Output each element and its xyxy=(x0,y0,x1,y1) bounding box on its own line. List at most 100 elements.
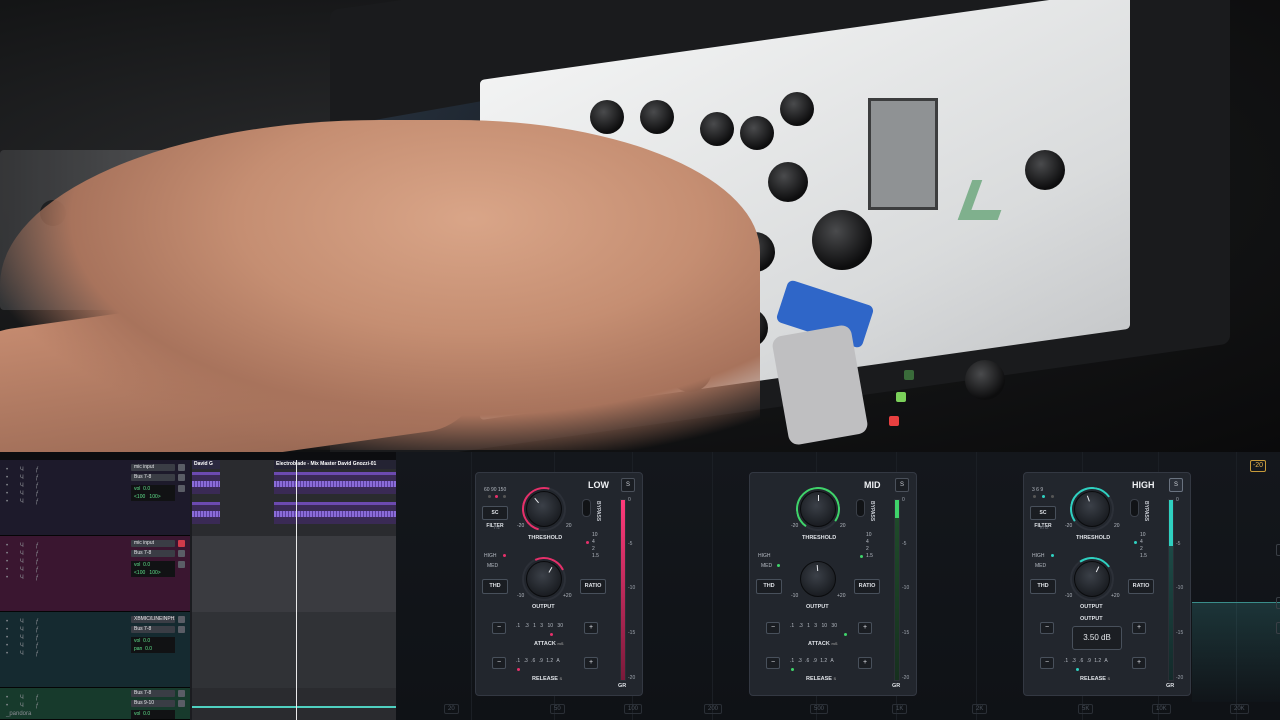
release-minus-button[interactable]: − xyxy=(1040,657,1054,669)
threshold-label: THRESHOLD xyxy=(528,535,563,541)
track-controls[interactable]: • Ч ƒ • Ч ƒ • Ч ƒ • Ч ƒ • Ч ƒ xyxy=(6,618,39,658)
threshold-knob[interactable] xyxy=(1074,491,1110,527)
band-mid: MID S BYPASS -20 20 THRESHOLD HIGH MED 1… xyxy=(749,472,917,696)
release-plus-button[interactable]: + xyxy=(1132,657,1146,669)
input-button[interactable] xyxy=(178,550,185,557)
output-knob[interactable] xyxy=(1074,561,1110,597)
band-high: 3 6 9 SC FILTER kHz HIGH S BYPASS -20 20… xyxy=(1023,472,1191,696)
track-controls[interactable]: • Ч ƒ • Ч ƒ • Ч ƒ • Ч ƒ • Ч ƒ xyxy=(6,542,39,582)
output-selector[interactable]: Bus 7-8 xyxy=(131,474,175,481)
ratio-button[interactable]: RATIO xyxy=(854,579,880,594)
volume-readout[interactable]: vol 0.0 xyxy=(131,710,175,719)
freq-label: 2K xyxy=(972,704,988,714)
thd-button[interactable]: THD xyxy=(756,579,782,594)
hardware-display xyxy=(868,98,938,210)
audio-clip[interactable] xyxy=(274,472,396,494)
freq-label: 20K xyxy=(1230,704,1249,714)
track-controls[interactable]: • Ч ƒ • Ч ƒ • Ч ƒ • Ч ƒ • Ч ƒ xyxy=(6,466,39,506)
freq-label: 1K xyxy=(892,704,908,714)
solo-button[interactable]: S xyxy=(895,478,909,492)
output-knob[interactable] xyxy=(800,561,836,597)
thd-button[interactable]: THD xyxy=(1030,579,1056,594)
freq-label: 10K xyxy=(1152,704,1171,714)
clip-title: David G xyxy=(192,460,220,469)
track-row[interactable]: • Ч ƒ • Ч ƒ • Ч ƒ • Ч ƒ • Ч ƒ XBMIC/LINE… xyxy=(0,612,190,688)
input-selector[interactable]: Bus 7-8 xyxy=(131,690,175,697)
input-selector[interactable]: mic input xyxy=(131,464,175,471)
attack-plus-button[interactable]: + xyxy=(1132,622,1146,634)
bypass-toggle[interactable] xyxy=(582,499,591,517)
eq-curve-fill xyxy=(1192,602,1280,702)
input-button[interactable] xyxy=(178,700,185,707)
attack-plus-button[interactable]: + xyxy=(858,622,872,634)
ratio-button[interactable]: RATIO xyxy=(1128,579,1154,594)
volume-readout[interactable]: vol 0.0 <100 100> xyxy=(131,485,175,501)
timeline[interactable]: David G Electroblade - Mix Master David … xyxy=(192,460,396,720)
record-button[interactable] xyxy=(178,616,185,623)
automation-button[interactable] xyxy=(178,561,185,568)
sc-filter-button[interactable]: SC FILTER xyxy=(482,506,508,529)
freq-label: 500 xyxy=(810,704,829,714)
release-minus-button[interactable]: − xyxy=(766,657,780,669)
input-selector[interactable]: mic input xyxy=(131,540,175,547)
sc-filter-button[interactable]: SC FILTER xyxy=(1030,506,1056,529)
solo-button[interactable]: S xyxy=(1169,478,1183,492)
attack-label: ATTACK mS xyxy=(808,641,838,647)
track-row[interactable]: • Ч ƒ • Ч ƒ • Ч ƒ • Ч ƒ • Ч ƒ mic input … xyxy=(0,536,190,612)
release-label: RELEASE S xyxy=(806,676,837,682)
threshold-knob[interactable] xyxy=(526,491,562,527)
ratio-button[interactable]: RATIO xyxy=(580,579,606,594)
band-title: LOW xyxy=(588,480,609,490)
track-row[interactable]: • Ч ƒ • Ч ƒ • Ч ƒ • Ч ƒ • Ч ƒ mic input … xyxy=(0,460,190,536)
track-row[interactable]: • Ч ƒ • Ч ƒ _pandora Bus 7-8 Bus 9-10 vo… xyxy=(0,688,190,720)
release-label: RELEASE S xyxy=(1080,676,1111,682)
automation-button[interactable] xyxy=(178,485,185,492)
bypass-toggle[interactable] xyxy=(1130,499,1139,517)
freq-label: 200 xyxy=(704,704,723,714)
multiband-compressor-plugin: -20 20 50 100 200 500 1K 2K 5K 10K 20K 6… xyxy=(396,452,1280,720)
gr-label: GR xyxy=(618,683,627,689)
release-plus-button[interactable]: + xyxy=(584,657,598,669)
release-label: RELEASE S xyxy=(532,676,563,682)
volume-readout[interactable]: vol 0.0 pan 0.0 xyxy=(131,637,175,653)
input-button[interactable] xyxy=(178,626,185,633)
level-badge[interactable]: -20 xyxy=(1250,460,1266,472)
attack-minus-button[interactable]: − xyxy=(492,622,506,634)
output-selector[interactable]: Bus 9-10 xyxy=(131,700,175,707)
band-title: MID xyxy=(864,480,881,490)
attack-minus-button[interactable]: − xyxy=(1040,622,1054,634)
gr-label: GR xyxy=(892,683,901,689)
output-selector[interactable]: Bus 7-8 xyxy=(131,626,175,633)
audio-clip[interactable] xyxy=(192,472,220,494)
volume-readout[interactable]: vol 0.0 <100 100> xyxy=(131,561,175,577)
freq-label: 50 xyxy=(550,704,565,714)
record-button[interactable] xyxy=(178,540,185,547)
thd-button[interactable]: THD xyxy=(482,579,508,594)
release-minus-button[interactable]: − xyxy=(492,657,506,669)
threshold-label: THRESHOLD xyxy=(1076,535,1111,541)
gain-reduction-meter xyxy=(894,499,900,681)
clip-title: Electroblade - Mix Master David Gnozzi-0… xyxy=(274,460,396,469)
release-plus-button[interactable]: + xyxy=(858,657,872,669)
audio-clip[interactable] xyxy=(274,502,396,524)
attack-minus-button[interactable]: − xyxy=(766,622,780,634)
record-button[interactable] xyxy=(178,464,185,471)
record-button[interactable] xyxy=(178,690,185,697)
playhead[interactable] xyxy=(296,460,297,720)
audio-clip[interactable] xyxy=(192,502,220,524)
output-value-tooltip: 3.50 dB xyxy=(1072,626,1122,650)
bypass-toggle[interactable] xyxy=(856,499,865,517)
bypass-label: BYPASS xyxy=(1143,501,1149,522)
output-knob[interactable] xyxy=(526,561,562,597)
daw-track-panel: • Ч ƒ • Ч ƒ • Ч ƒ • Ч ƒ • Ч ƒ mic input … xyxy=(0,460,396,720)
gain-reduction-meter xyxy=(620,499,626,681)
input-button[interactable] xyxy=(178,474,185,481)
attack-label: ATTACK mS xyxy=(534,641,564,647)
attack-plus-button[interactable]: + xyxy=(584,622,598,634)
threshold-knob[interactable] xyxy=(800,491,836,527)
input-selector[interactable]: XBMIC/LINEINPH1 xyxy=(131,616,175,623)
solo-button[interactable]: S xyxy=(621,478,635,492)
output-selector[interactable]: Bus 7-8 xyxy=(131,550,175,557)
track-controls[interactable]: • Ч ƒ • Ч ƒ _pandora xyxy=(6,694,39,718)
output-label: OUTPUT xyxy=(532,604,555,610)
